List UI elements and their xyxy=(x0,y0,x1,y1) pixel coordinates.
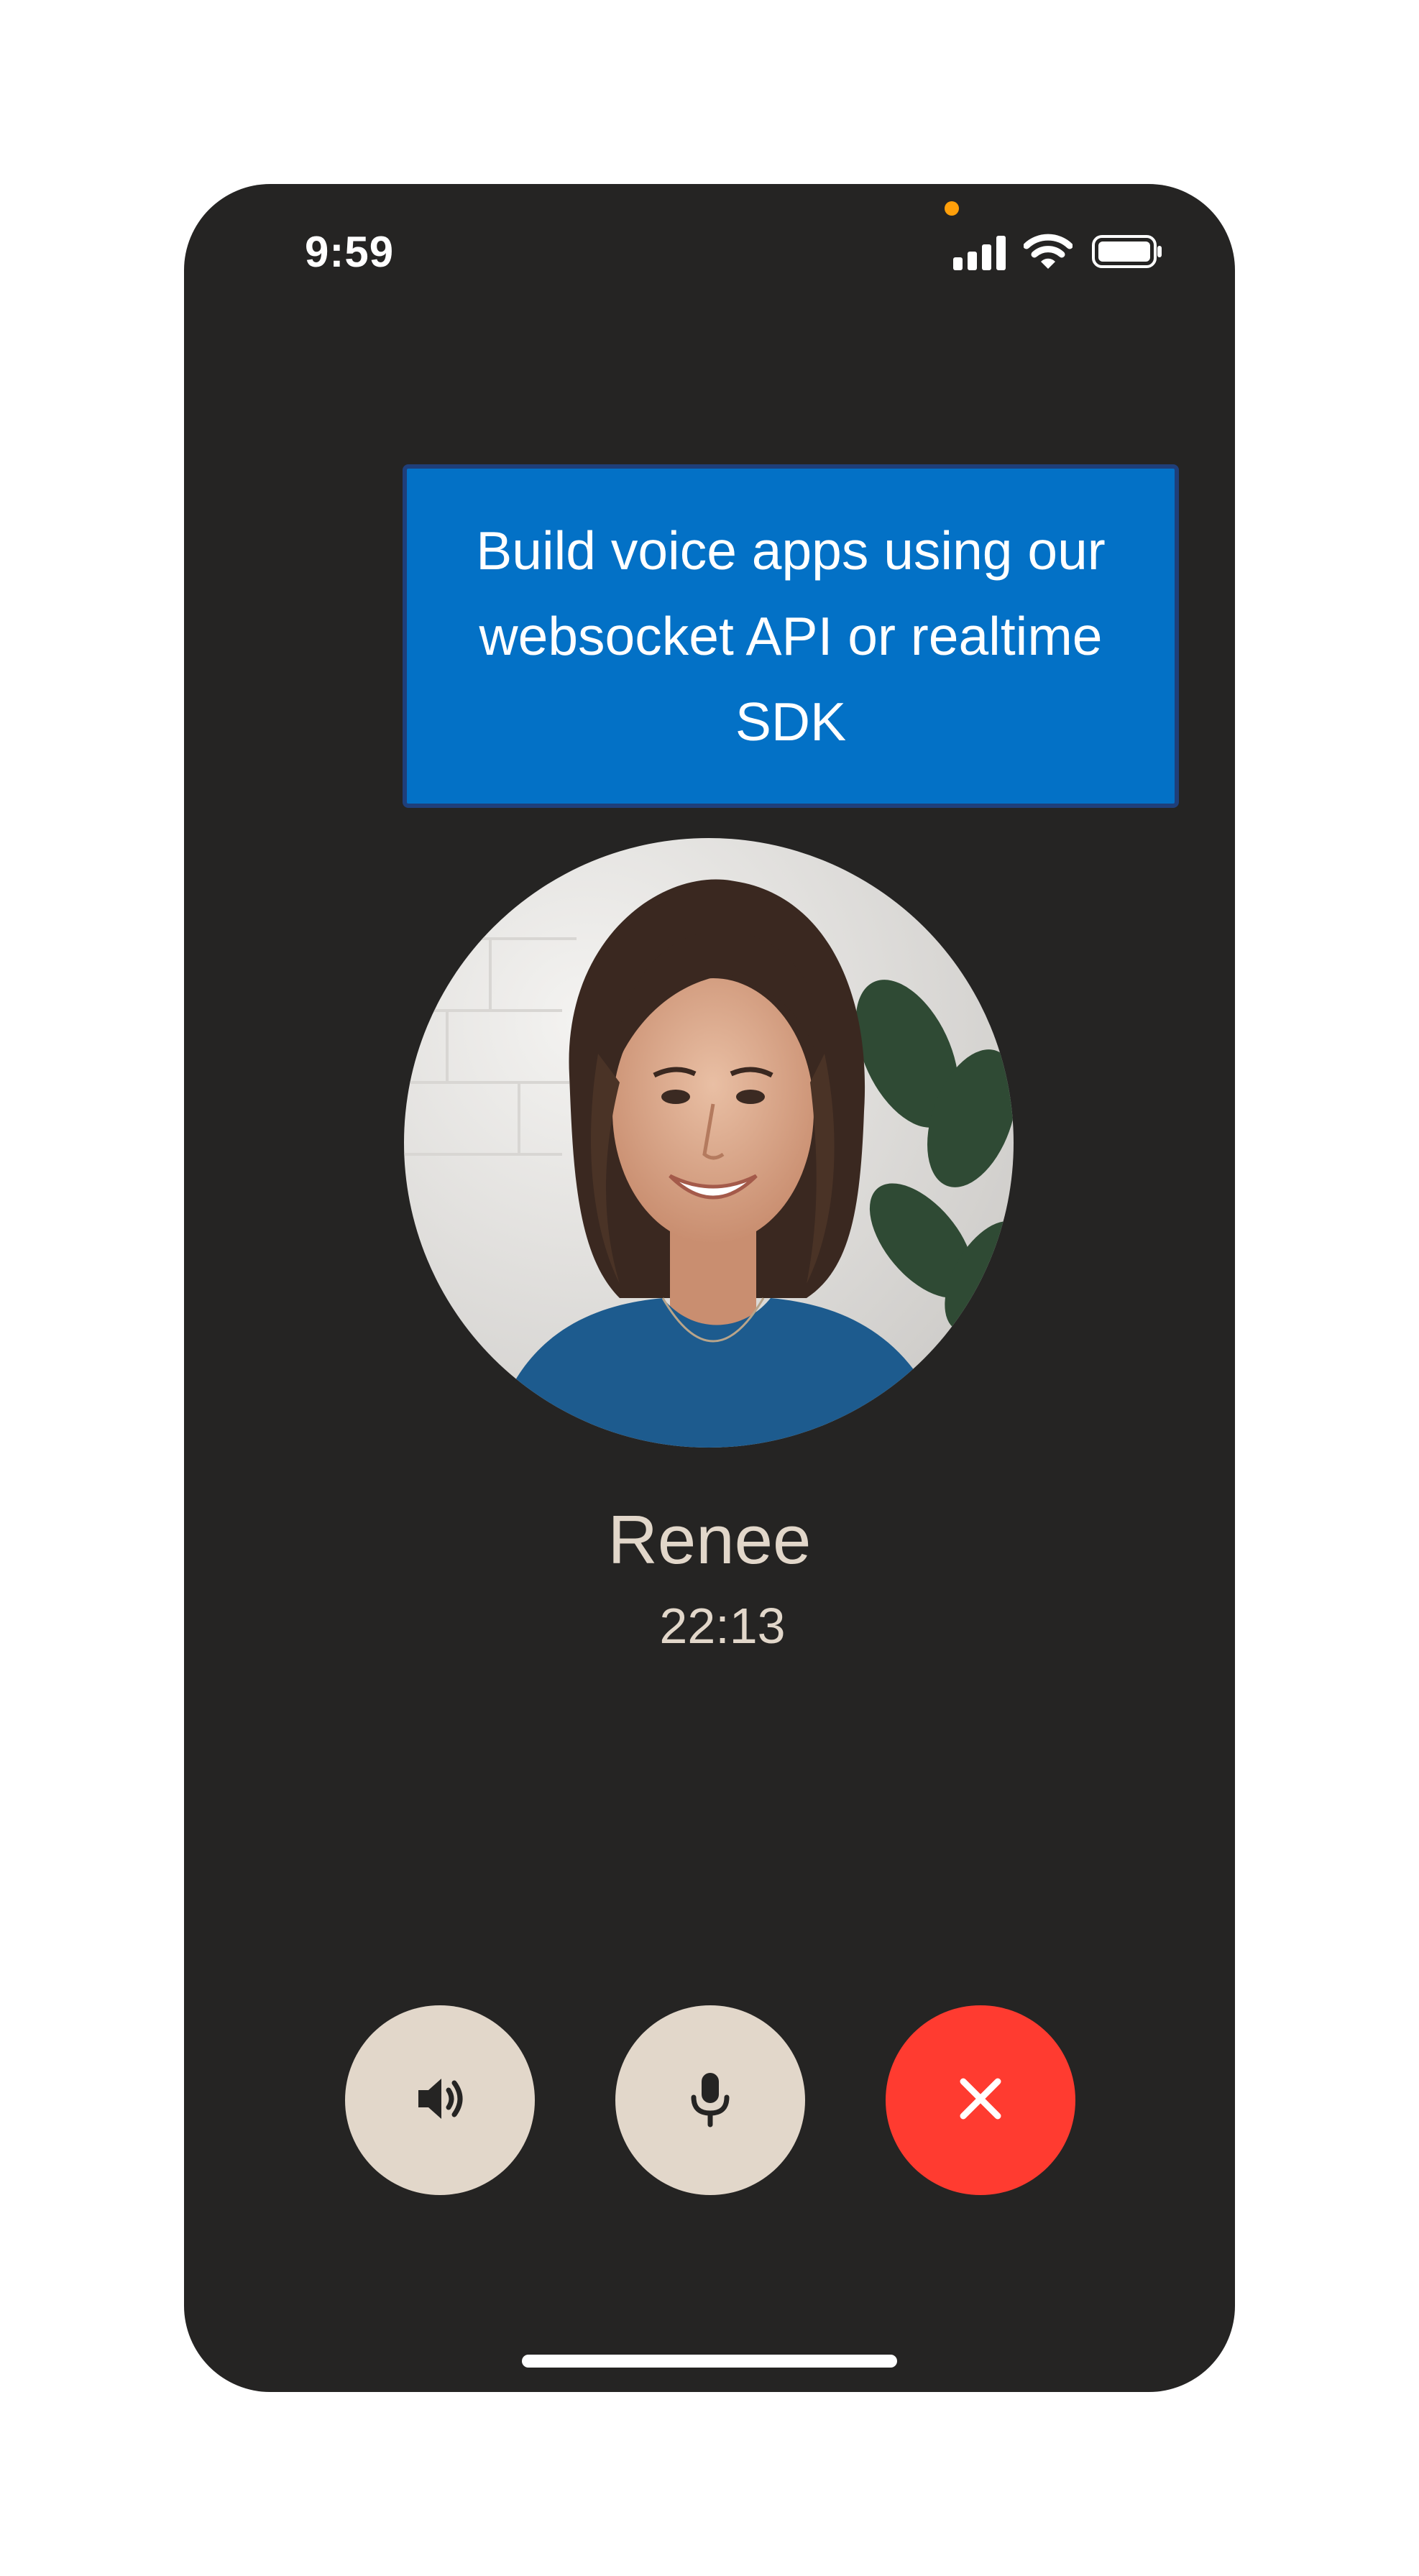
call-controls xyxy=(184,2005,1235,2196)
speaker-icon xyxy=(413,2071,467,2130)
mute-button[interactable] xyxy=(615,2005,805,2195)
home-indicator[interactable] xyxy=(522,2355,897,2368)
privacy-indicator-dot xyxy=(945,201,959,216)
battery-icon xyxy=(1091,234,1163,272)
promo-banner-text: Build voice apps using our websocket API… xyxy=(476,520,1106,752)
status-time: 9:59 xyxy=(305,228,395,276)
promo-banner: Build voice apps using our websocket API… xyxy=(403,464,1179,808)
caller-avatar xyxy=(404,838,1014,1448)
close-icon xyxy=(958,2076,1004,2125)
wifi-icon xyxy=(1023,233,1073,274)
end-call-button[interactable] xyxy=(886,2005,1075,2195)
signal-icon xyxy=(953,236,1008,274)
call-duration: 22:13 xyxy=(659,1598,786,1654)
speaker-button[interactable] xyxy=(345,2005,535,2195)
phone-screen: 9:59 Build voice apps using our websocke… xyxy=(184,184,1235,2392)
caller-name: Renee xyxy=(607,1501,812,1578)
microphone-icon xyxy=(685,2070,735,2131)
status-bar: 9:59 xyxy=(184,184,1235,299)
